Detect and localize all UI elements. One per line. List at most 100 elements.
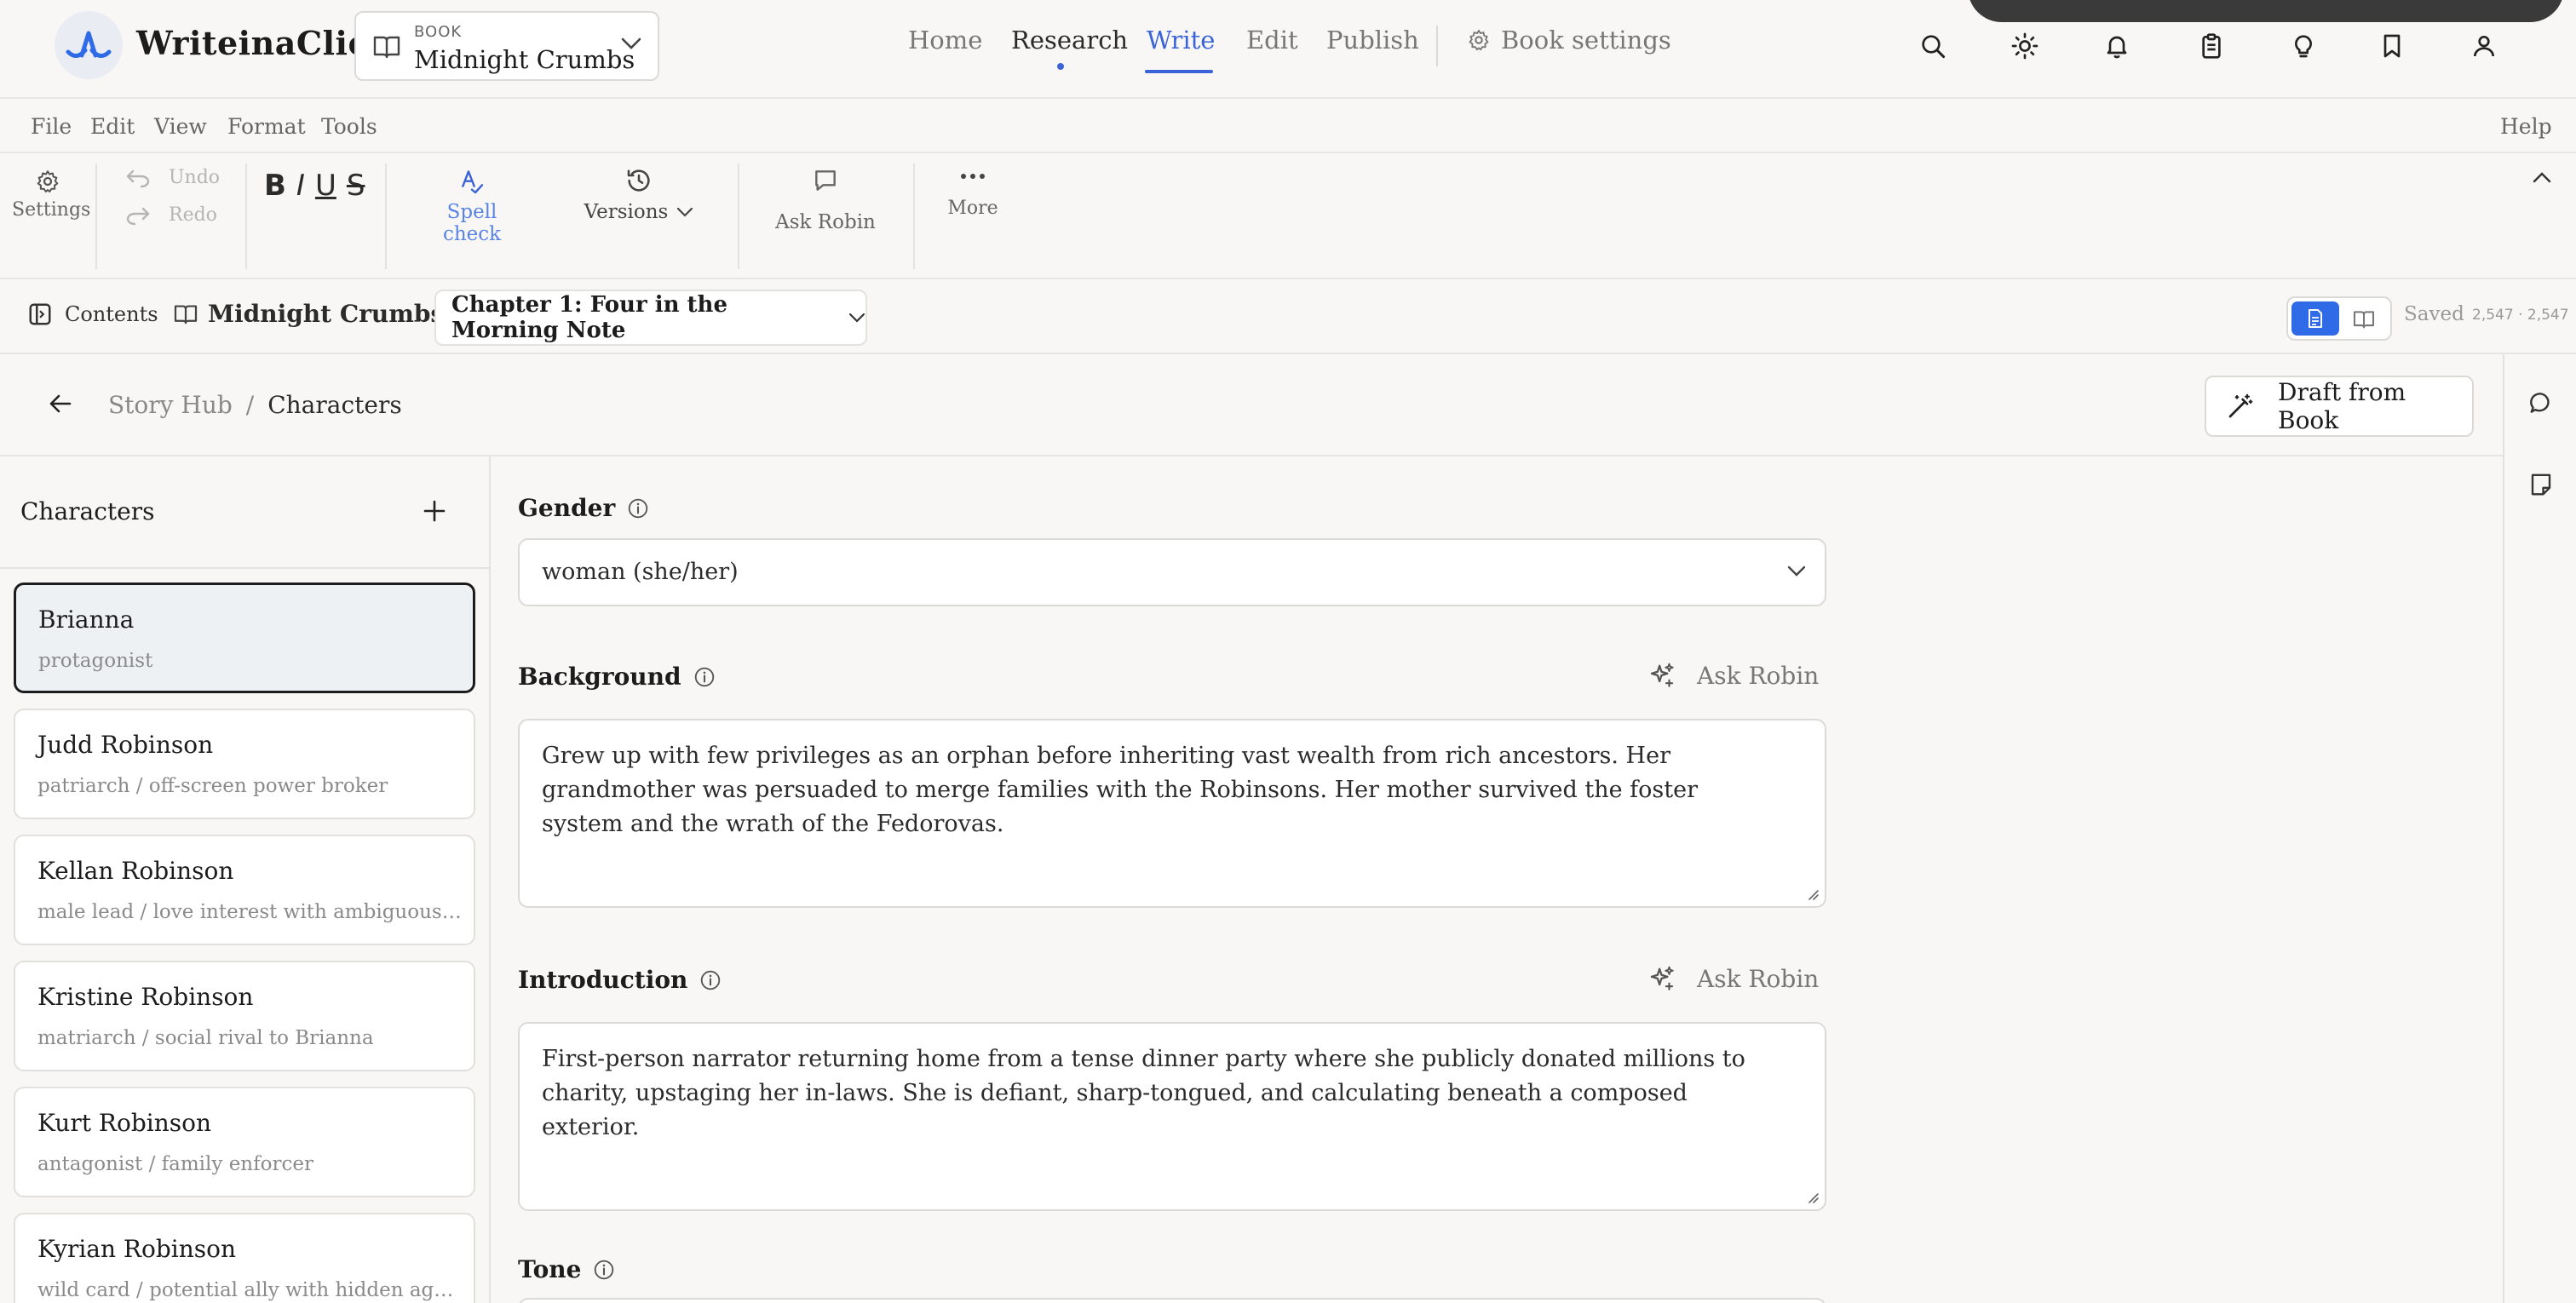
more-button[interactable]: More (946, 172, 1000, 219)
character-card[interactable]: Brianna protagonist (14, 583, 475, 693)
gear-icon (12, 169, 83, 194)
settings-button[interactable]: Settings (12, 169, 91, 221)
menu-edit[interactable]: Edit (90, 114, 135, 139)
background-textarea[interactable]: Grew up with few privileges as an orphan… (518, 719, 1826, 908)
gender-label: Gender (518, 494, 616, 522)
characters-panel: Characters Brianna protagonist Judd Robi… (0, 456, 491, 1303)
character-role: antagonist / family enforcer (37, 1153, 313, 1175)
versions-button[interactable]: Versions (579, 167, 699, 223)
draft-from-book-button[interactable]: Draft from Book (2205, 376, 2474, 437)
add-character-plus-icon[interactable] (423, 499, 446, 523)
notifications-bell-icon[interactable] (2100, 29, 2134, 63)
book-title-link[interactable]: Midnight Crumbs (174, 300, 444, 328)
book-picker[interactable]: BOOK Midnight Crumbs (354, 11, 659, 81)
redo-label: Redo (169, 204, 217, 226)
toolbar-separator (95, 164, 97, 269)
menu-view[interactable]: View (154, 114, 207, 139)
tone-label-row: Tone (518, 1255, 615, 1283)
comment-icon[interactable] (2528, 390, 2554, 416)
ask-robin-label: Ask Robin (1697, 964, 1820, 993)
book-view-icon[interactable] (2353, 310, 2375, 329)
introduction-textarea[interactable]: First-person narrator returning home fro… (518, 1022, 1826, 1211)
back-arrow-icon[interactable] (48, 392, 73, 416)
menu-format[interactable]: Format (227, 114, 306, 139)
text-style-group: B I U S (264, 169, 365, 203)
underline-button[interactable]: U (315, 169, 336, 203)
book-title: Midnight Crumbs (208, 300, 445, 328)
nav-publish[interactable]: Publish (1326, 26, 1419, 55)
theme-toggle-sun-icon[interactable] (2008, 29, 2042, 63)
book-icon (373, 35, 400, 59)
resize-handle-icon[interactable] (1806, 887, 1820, 901)
toolbar-separator (385, 164, 387, 269)
info-icon[interactable] (627, 497, 649, 519)
nav-research[interactable]: Research (1011, 26, 1128, 55)
character-card[interactable]: Judd Robinson patriarch / off-screen pow… (14, 709, 475, 819)
italic-button[interactable]: I (296, 169, 305, 203)
chevron-down-icon (848, 313, 865, 323)
character-name: Judd Robinson (37, 731, 214, 759)
nav-edit[interactable]: Edit (1246, 26, 1298, 55)
strikethrough-button[interactable]: S (347, 169, 365, 203)
save-status: Saved (2404, 303, 2464, 325)
menu-file[interactable]: File (31, 114, 72, 139)
bookmark-icon[interactable] (2375, 29, 2409, 63)
search-icon[interactable] (1916, 29, 1950, 63)
book-icon (174, 304, 198, 324)
resize-handle-icon[interactable] (1806, 1191, 1820, 1204)
versions-label: Versions (584, 201, 669, 223)
background-ask-robin-button[interactable]: Ask Robin (1647, 661, 1819, 690)
ask-robin-label: Ask Robin (1697, 661, 1820, 690)
tone-label: Tone (518, 1255, 582, 1283)
character-name: Kyrian Robinson (37, 1235, 237, 1263)
redo-button[interactable]: Redo (124, 204, 217, 226)
ask-robin-toolbar-button[interactable]: Ask Robin (770, 167, 881, 233)
character-name: Brianna (38, 606, 135, 634)
toolbar-separator (245, 164, 247, 269)
book-settings-label: Book settings (1501, 26, 1671, 55)
contents-label: Contents (65, 302, 158, 326)
sidebar-panel-icon (27, 301, 53, 327)
app-logo-icon[interactable] (55, 11, 123, 79)
view-mode-toggle[interactable] (2286, 296, 2392, 341)
info-icon[interactable] (693, 666, 716, 688)
character-card[interactable]: Kurt Robinson antagonist / family enforc… (14, 1087, 475, 1197)
app-name: WriteinaClick (136, 24, 391, 62)
contents-toggle[interactable]: Contents (27, 301, 158, 327)
note-icon[interactable] (2528, 472, 2554, 497)
spell-check-button[interactable]: Spell check (416, 167, 528, 245)
character-role: male lead / love interest with ambiguous… (37, 901, 463, 923)
character-card[interactable]: Kyrian Robinson wild card / potential al… (14, 1213, 475, 1303)
magic-wand-icon (2227, 393, 2254, 420)
book-picker-name: Midnight Crumbs (414, 45, 635, 74)
bold-button[interactable]: B (264, 169, 286, 203)
info-icon[interactable] (593, 1259, 615, 1281)
character-card[interactable]: Kellan Robinson male lead / love interes… (14, 835, 475, 945)
document-view-icon[interactable] (2291, 301, 2339, 336)
redo-icon (124, 205, 152, 226)
settings-label: Settings (12, 199, 91, 221)
nav-home[interactable]: Home (908, 26, 982, 55)
character-card[interactable]: Kristine Robinson matriarch / social riv… (14, 961, 475, 1071)
nav-book-settings[interactable]: Book settings (1467, 26, 1671, 55)
ask-robin-label: Ask Robin (775, 211, 876, 233)
menu-tools[interactable]: Tools (321, 114, 377, 139)
tone-field[interactable] (518, 1298, 1826, 1303)
nav-write[interactable]: Write (1147, 26, 1215, 55)
user-profile-icon[interactable] (2467, 29, 2501, 63)
chapter-selector[interactable]: Chapter 1: Four in the Morning Note (434, 290, 867, 346)
top-navigation-bar: WriteinaClick BOOK Midnight Crumbs Home … (0, 0, 2576, 99)
collapse-toolbar-chevron-up-icon[interactable] (2532, 170, 2552, 184)
breadcrumb-separator: / (245, 391, 255, 419)
breadcrumb-story-hub[interactable]: Story Hub (108, 391, 233, 419)
lightbulb-icon[interactable] (2286, 29, 2320, 63)
menu-help[interactable]: Help (2500, 114, 2552, 139)
introduction-ask-robin-button[interactable]: Ask Robin (1647, 964, 1819, 993)
info-icon[interactable] (699, 969, 722, 991)
floating-overlay-pill (1968, 0, 2564, 22)
undo-button[interactable]: Undo (124, 167, 220, 188)
clipboard-icon[interactable] (2194, 29, 2228, 63)
word-count: 2,547 · 2,547 (2472, 307, 2569, 324)
draft-from-book-label: Draft from Book (2278, 378, 2406, 434)
gender-select[interactable]: woman (she/her) (518, 538, 1826, 606)
